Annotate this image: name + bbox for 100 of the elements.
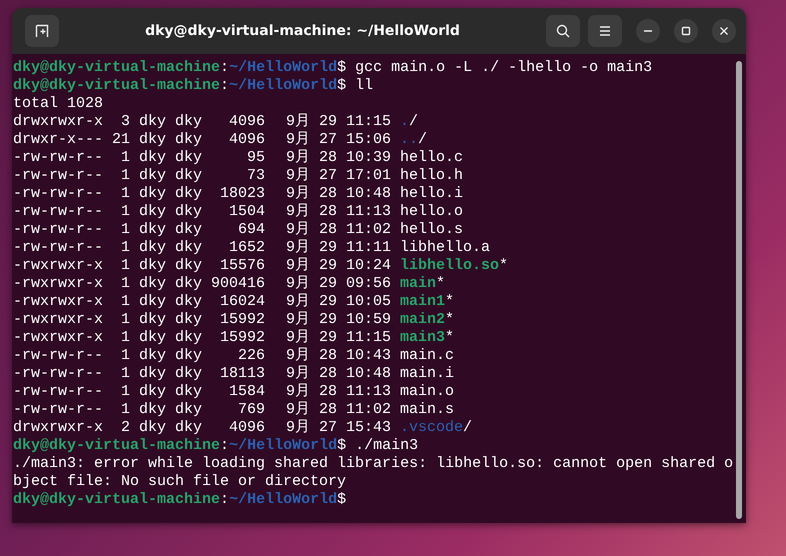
file-size: 16024 bbox=[218, 293, 265, 311]
file-size: 1652 bbox=[228, 239, 265, 257]
maximize-button[interactable] bbox=[674, 19, 698, 43]
file-name: main2* bbox=[400, 311, 456, 329]
file-size: 15992 bbox=[218, 329, 265, 347]
file-name: main1* bbox=[400, 293, 456, 311]
group-text: dky bbox=[175, 293, 202, 311]
group-text: dky bbox=[175, 167, 202, 185]
owner-text: dky bbox=[139, 347, 166, 365]
owner-text: dky bbox=[139, 311, 166, 329]
time-text: 09:56 bbox=[346, 275, 391, 293]
file-name: libhello.a bbox=[400, 239, 492, 257]
file-name: hello.i bbox=[400, 185, 464, 203]
file-size: 900416 bbox=[211, 275, 265, 293]
shell-prompt: dky@dky-virtual-machine:~/HelloWorld$ bbox=[13, 59, 346, 77]
link-count: 1 bbox=[120, 167, 130, 185]
link-count: 2 bbox=[120, 419, 130, 437]
permissions-text: drwxr-x--- bbox=[13, 131, 103, 149]
month-text: 9月 bbox=[284, 293, 310, 311]
group-text: dky bbox=[175, 275, 202, 293]
link-count: 1 bbox=[120, 185, 130, 203]
month-text: 9月 bbox=[284, 311, 310, 329]
time-text: 11:02 bbox=[346, 221, 391, 239]
group-text: dky bbox=[175, 383, 202, 401]
link-count: 1 bbox=[120, 329, 130, 347]
owner-text: dky bbox=[139, 113, 166, 131]
owner-text: dky bbox=[139, 131, 166, 149]
file-size: 4096 bbox=[228, 131, 265, 149]
output-text: ./main3: error while loading shared libraries: libhello.so: cannot open shared o bbox=[13, 455, 734, 473]
owner-text: dky bbox=[139, 221, 166, 239]
file-size: 15576 bbox=[218, 257, 265, 275]
time-text: 11:15 bbox=[346, 329, 391, 347]
permissions-text: -rw-rw-r-- bbox=[13, 383, 103, 401]
group-text: dky bbox=[175, 185, 202, 203]
owner-text: dky bbox=[139, 329, 166, 347]
permissions-text: -rw-rw-r-- bbox=[13, 401, 103, 419]
link-count: 1 bbox=[120, 203, 130, 221]
output-text: bject file: No such file or directory bbox=[13, 473, 346, 491]
day-text: 29 bbox=[319, 311, 337, 329]
group-text: dky bbox=[175, 113, 202, 131]
group-text: dky bbox=[175, 257, 202, 275]
group-text: dky bbox=[175, 311, 202, 329]
group-text: dky bbox=[175, 365, 202, 383]
new-tab-button[interactable] bbox=[25, 15, 59, 47]
owner-text: dky bbox=[139, 275, 166, 293]
file-name: libhello.so* bbox=[400, 257, 510, 275]
day-text: 29 bbox=[319, 275, 337, 293]
scrollbar[interactable] bbox=[736, 61, 742, 519]
day-text: 28 bbox=[319, 347, 337, 365]
day-text: 28 bbox=[319, 221, 337, 239]
file-size: 226 bbox=[236, 347, 265, 365]
link-count: 1 bbox=[120, 257, 130, 275]
menu-button[interactable] bbox=[588, 15, 622, 47]
month-text: 9月 bbox=[284, 383, 310, 401]
permissions-text: -rwxrwxr-x bbox=[13, 311, 103, 329]
month-text: 9月 bbox=[284, 275, 310, 293]
link-count: 21 bbox=[112, 131, 130, 149]
permissions-text: -rw-rw-r-- bbox=[13, 185, 103, 203]
time-text: 15:06 bbox=[346, 131, 391, 149]
minimize-button[interactable] bbox=[636, 19, 660, 43]
day-text: 28 bbox=[319, 383, 337, 401]
link-count: 1 bbox=[120, 347, 130, 365]
owner-text: dky bbox=[139, 383, 166, 401]
file-size: 95 bbox=[246, 149, 265, 167]
month-text: 9月 bbox=[284, 203, 310, 221]
search-button[interactable] bbox=[546, 15, 580, 47]
shell-prompt: dky@dky-virtual-machine:~/HelloWorld$ bbox=[13, 77, 346, 95]
month-text: 9月 bbox=[284, 365, 310, 383]
day-text: 28 bbox=[319, 185, 337, 203]
group-text: dky bbox=[175, 329, 202, 347]
file-name: hello.o bbox=[400, 203, 464, 221]
file-name: hello.h bbox=[400, 167, 464, 185]
link-count: 1 bbox=[120, 365, 130, 383]
shell-prompt: dky@dky-virtual-machine:~/HelloWorld$ bbox=[13, 437, 346, 455]
file-name: ./ bbox=[400, 113, 420, 131]
permissions-text: -rwxrwxr-x bbox=[13, 257, 103, 275]
link-count: 1 bbox=[120, 275, 130, 293]
command-text: ll bbox=[355, 77, 374, 95]
link-count: 1 bbox=[120, 311, 130, 329]
search-icon bbox=[555, 23, 571, 39]
time-text: 10:43 bbox=[346, 347, 391, 365]
month-text: 9月 bbox=[284, 149, 310, 167]
close-button[interactable] bbox=[712, 19, 736, 43]
file-name: hello.s bbox=[400, 221, 464, 239]
day-text: 27 bbox=[319, 131, 337, 149]
owner-text: dky bbox=[139, 185, 166, 203]
file-name: main.o bbox=[400, 383, 456, 401]
day-text: 28 bbox=[319, 149, 337, 167]
time-text: 11:11 bbox=[346, 239, 391, 257]
day-text: 28 bbox=[319, 365, 337, 383]
month-text: 9月 bbox=[284, 167, 310, 185]
file-name: main.s bbox=[400, 401, 456, 419]
owner-text: dky bbox=[139, 167, 166, 185]
group-text: dky bbox=[175, 203, 202, 221]
month-text: 9月 bbox=[284, 419, 310, 437]
owner-text: dky bbox=[139, 293, 166, 311]
time-text: 11:15 bbox=[346, 113, 391, 131]
group-text: dky bbox=[175, 131, 202, 149]
time-text: 10:39 bbox=[346, 149, 391, 167]
window-title: dky@dky-virtual-machine: ~/HelloWorld bbox=[144, 23, 461, 39]
